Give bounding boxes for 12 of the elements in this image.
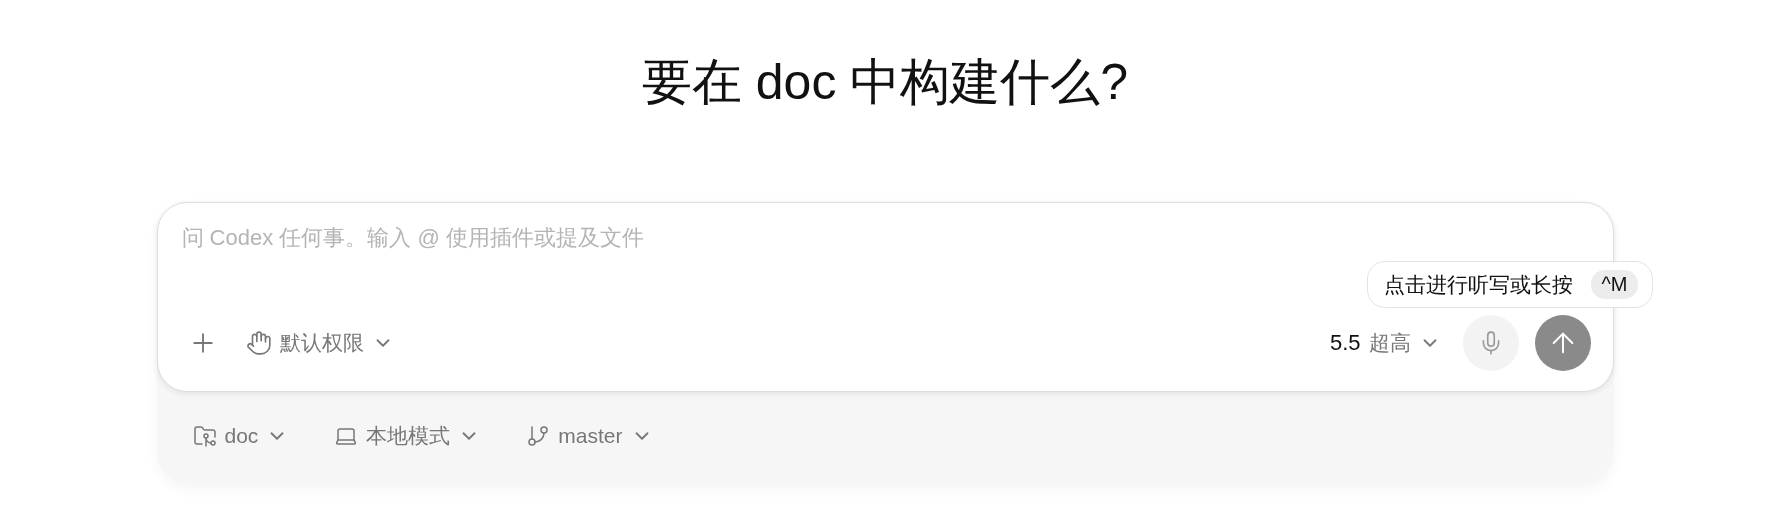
page-heading: 要在 doc 中构建什么? [641, 53, 1129, 112]
folder-icon [192, 424, 217, 448]
model-dropdown[interactable]: 5.5 超高 [1323, 325, 1447, 361]
prompt-input[interactable]: 问 Codex 任何事。输入 @ 使用插件或提及文件 [181, 225, 882, 251]
context-dropdown[interactable]: doc [186, 418, 295, 454]
context-dropdown[interactable]: 本地模式 [328, 418, 487, 454]
tooltip-text: 点击进行听写或长按 [1384, 271, 1574, 298]
hand-icon [245, 330, 272, 356]
permission-dropdown[interactable]: 默认权限 [239, 325, 400, 361]
context-dropdown[interactable]: master [520, 418, 659, 454]
shortcut-key: ^M [1591, 270, 1638, 299]
branch-icon [526, 424, 551, 448]
